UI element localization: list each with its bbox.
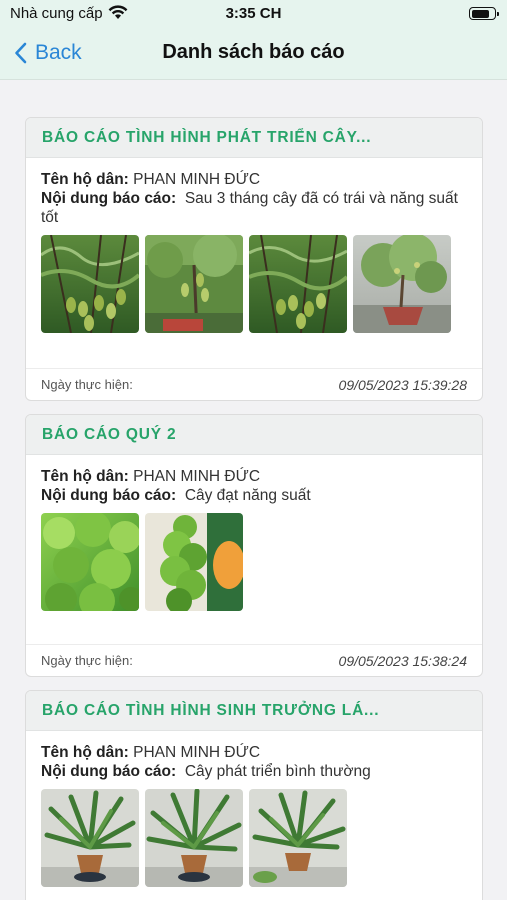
fruit-tree-photo[interactable] — [145, 235, 243, 333]
report-card-header: BÁO CÁO TÌNH HÌNH SINH TRƯỞNG LÁ... — [26, 691, 482, 731]
content-row: Nội dung báo cáo: Cây đạt năng suất — [41, 486, 467, 505]
household-label: Tên hộ dân: — [41, 744, 129, 761]
content-label: Nội dung báo cáo: — [41, 763, 177, 780]
palm-pot-photo[interactable] — [249, 789, 347, 887]
fruit-tree-photo[interactable] — [249, 235, 347, 333]
report-content: Cây đạt năng suất — [184, 487, 311, 504]
potted-tree-photo[interactable] — [353, 235, 451, 333]
battery-icon — [469, 7, 499, 20]
status-bar: Nhà cung cấp 3:35 CH — [0, 0, 507, 28]
household-name: PHAN MINH ĐỨC — [133, 468, 261, 485]
date-label: Ngày thực hiện: — [41, 377, 133, 392]
clock: 3:35 CH — [225, 5, 282, 22]
content-row: Nội dung báo cáo: Cây phát triển bình th… — [41, 762, 467, 781]
report-content: Cây phát triển bình thường — [184, 763, 371, 780]
content-row: Nội dung báo cáo: Sau 3 tháng cây đã có … — [41, 189, 467, 227]
fruit-tree-photo[interactable] — [41, 235, 139, 333]
report-list[interactable]: BÁO CÁO TÌNH HÌNH PHÁT TRIỂN CÂY... Tên … — [0, 80, 507, 900]
report-title: BÁO CÁO TÌNH HÌNH PHÁT TRIỂN CÂY... — [42, 128, 372, 146]
vegetable-tower-photo[interactable] — [145, 513, 243, 611]
content-label: Nội dung báo cáo: — [41, 487, 177, 504]
household-label: Tên hộ dân: — [41, 171, 129, 188]
report-card[interactable]: BÁO CÁO TÌNH HÌNH SINH TRƯỞNG LÁ... Tên … — [25, 690, 483, 900]
household-name: PHAN MINH ĐỨC — [133, 744, 261, 761]
palm-pot-photo[interactable] — [145, 789, 243, 887]
content-label: Nội dung báo cáo: — [41, 190, 177, 207]
report-title: BÁO CÁO QUÝ 2 — [42, 425, 177, 443]
household-row: Tên hộ dân: PHAN MINH ĐỨC — [41, 170, 467, 189]
report-card-header: BÁO CÁO TÌNH HÌNH PHÁT TRIỂN CÂY... — [26, 118, 482, 158]
report-title: BÁO CÁO TÌNH HÌNH SINH TRƯỞNG LÁ... — [42, 701, 380, 719]
photo-strip — [41, 789, 467, 887]
report-card-footer: Ngày thực hiện: 09/05/2023 15:39:28 — [26, 368, 482, 400]
photo-strip — [41, 235, 467, 333]
report-card[interactable]: BÁO CÁO QUÝ 2 Tên hộ dân: PHAN MINH ĐỨC … — [25, 414, 483, 677]
date-label: Ngày thực hiện: — [41, 653, 133, 668]
photo-strip — [41, 513, 467, 611]
household-row: Tên hộ dân: PHAN MINH ĐỨC — [41, 743, 467, 762]
household-label: Tên hộ dân: — [41, 468, 129, 485]
report-card[interactable]: BÁO CÁO TÌNH HÌNH PHÁT TRIỂN CÂY... Tên … — [25, 117, 483, 401]
household-row: Tên hộ dân: PHAN MINH ĐỨC — [41, 467, 467, 486]
report-card-footer: Ngày thực hiện: 09/05/2023 15:38:24 — [26, 644, 482, 676]
report-date: 09/05/2023 15:38:24 — [338, 652, 467, 669]
report-date: 09/05/2023 15:39:28 — [338, 376, 467, 393]
household-name: PHAN MINH ĐỨC — [133, 171, 261, 188]
navigation-bar: Back Danh sách báo cáo — [0, 28, 507, 80]
page-title: Danh sách báo cáo — [162, 41, 345, 63]
report-card-header: BÁO CÁO QUÝ 2 — [26, 415, 482, 455]
lettuce-photo[interactable] — [41, 513, 139, 611]
palm-pot-photo[interactable] — [41, 789, 139, 887]
